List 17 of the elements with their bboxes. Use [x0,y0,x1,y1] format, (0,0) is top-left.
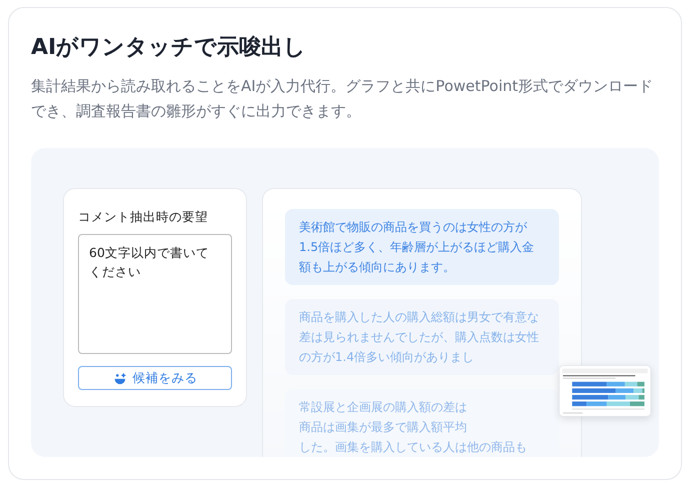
comment-line: 差は見られませんでしたが、購入点数は女性 [299,329,539,346]
request-label: コメント抽出時の要望 [78,209,209,226]
comment-line: 美術館で物販の商品を買うのは女性の方が [299,219,527,236]
request-input-field[interactable]: 60文字以内で書いてください [78,234,232,354]
comment-line: 1.5倍ほど多く、年齢層が上がるほど購入金 [299,239,534,256]
comment-line: 額も上がる傾向にあります。 [299,259,455,276]
comment-line: した。画集を購入している人は他の商品も [299,439,527,456]
comment-line: 商品を購入した人の購入総額は男女で有意な [299,309,539,326]
section-description: 集計結果から読み取れることをAIが入力代行。グラフと共にPowetPoint形式でダウンロードでき、調査報告書の雛形がすぐに出力できます。 [31,76,654,122]
see-candidates-button[interactable]: 候補をみる [78,366,232,390]
comment-card[interactable]: 商品を購入した人の購入総額は男女で有意な 差は見られませんでしたが、購入点数は女性 の方が1.4倍多い傾向がありまし [285,299,559,375]
comment-line: 常設展と企画展の購入額の差は [299,399,467,416]
section-heading: AIがワンタッチで示唆出し [31,34,308,62]
comment-line: の方が1.4倍多い傾向がありまし [299,349,474,366]
comment-card[interactable]: 美術館で物販の商品を買うのは女性の方が 1.5倍ほど多く、年齢層が上がるほど購入金 額も上がる傾向にあります。 [285,209,559,285]
comment-line: 商品は画集が最多で購入額平均 [299,419,467,436]
sparkle-icon [112,371,126,385]
